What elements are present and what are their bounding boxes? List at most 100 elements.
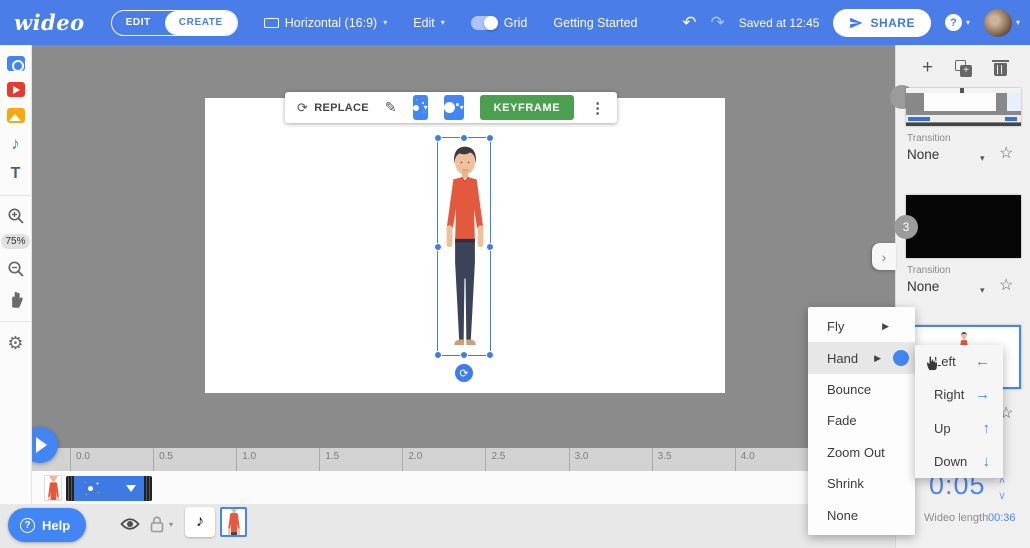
selected-object-track-thumbnail[interactable] xyxy=(220,507,247,537)
account-menu[interactable]: ▾ xyxy=(984,9,1020,37)
visibility-eye-icon[interactable] xyxy=(120,517,140,531)
menu-item-fade[interactable]: Fade xyxy=(808,405,915,436)
mode-create-segment[interactable]: CREATE xyxy=(165,11,237,35)
resize-handle[interactable] xyxy=(486,134,494,142)
replace-button[interactable]: ⟳ REPLACE xyxy=(297,100,369,116)
slide-thumbnail-2[interactable] xyxy=(906,88,1021,126)
submenu-item-right[interactable]: Right → xyxy=(915,378,1003,411)
edit-create-toggle[interactable]: EDIT CREATE xyxy=(111,10,238,36)
resize-handle[interactable] xyxy=(434,243,442,251)
menu-item-fly[interactable]: Fly ▶ xyxy=(808,311,915,342)
keyframe-button[interactable]: KEYFRAME xyxy=(480,95,575,120)
camera-icon xyxy=(7,56,25,71)
transition-dropdown[interactable]: None xyxy=(907,279,939,294)
share-button[interactable]: SHARE xyxy=(833,9,931,37)
slide-thumbnail-3[interactable] xyxy=(906,195,1021,258)
submenu-item-left[interactable]: Left ← xyxy=(915,345,1003,378)
resize-handle[interactable] xyxy=(486,351,494,359)
grid-toggle[interactable] xyxy=(471,16,498,30)
menu-item-shrink[interactable]: Shrink xyxy=(808,468,915,499)
grid-toggle-group: Grid xyxy=(471,16,528,30)
redo-icon[interactable]: ↷ xyxy=(710,13,724,33)
zoom-out-button[interactable] xyxy=(7,260,25,278)
undo-icon[interactable]: ↶ xyxy=(682,13,696,33)
ruler-tick: 2.5 xyxy=(485,448,568,471)
timeline-ruler[interactable]: 0.0 0.5 1.0 1.5 2.0 2.5 3.0 3.5 4.0 xyxy=(32,448,895,471)
settings-button[interactable]: ⚙ xyxy=(7,333,23,354)
chevron-down-icon[interactable]: ▾ xyxy=(169,520,173,529)
arrow-left-icon: ← xyxy=(975,353,990,370)
delete-slide-button[interactable] xyxy=(994,60,1007,76)
menu-item-none[interactable]: None xyxy=(808,500,915,531)
selected-object-bounding-box[interactable]: ⟳ xyxy=(437,137,491,356)
object-toolbar: ⟳ REPLACE ✎ ▾ ▾ KEYFRAME ⋮ xyxy=(285,92,617,123)
clip-trim-handle-right[interactable] xyxy=(144,476,152,501)
exit-animation-dropdown[interactable]: ▾ xyxy=(444,95,464,120)
audio-track-button[interactable]: ♪ xyxy=(185,507,215,537)
avatar xyxy=(984,9,1012,37)
timeline-track[interactable] xyxy=(32,471,895,504)
more-options-kebab-icon[interactable]: ⋮ xyxy=(590,99,605,117)
entrance-animation-icon xyxy=(88,486,93,491)
entrance-animation-dropdown[interactable]: ▾ xyxy=(413,95,428,120)
clip-trim-handle-left[interactable] xyxy=(66,476,74,501)
trash-icon xyxy=(992,60,1009,62)
resize-handle[interactable] xyxy=(460,351,468,359)
mode-edit-segment[interactable]: EDIT xyxy=(112,11,165,35)
help-menu[interactable]: ? ▾ xyxy=(945,14,970,31)
animation-clip[interactable] xyxy=(66,476,152,501)
getting-started-link[interactable]: Getting Started xyxy=(553,16,637,30)
rotate-handle[interactable]: ⟳ xyxy=(455,364,473,382)
objects-tool-button[interactable] xyxy=(7,56,25,71)
question-icon: ? xyxy=(20,518,35,533)
menu-item-hand[interactable]: Hand ▶ xyxy=(808,342,915,373)
resize-handle[interactable] xyxy=(486,243,494,251)
chevron-down-icon[interactable]: ▾ xyxy=(980,285,985,296)
video-tool-button[interactable] xyxy=(7,82,25,97)
chevron-down-icon[interactable]: ▾ xyxy=(980,153,985,164)
menu-item-bounce[interactable]: Bounce xyxy=(808,374,915,405)
menu-item-zoom-out[interactable]: Zoom Out xyxy=(808,437,915,468)
duration-step-down[interactable]: ∨ xyxy=(998,491,1006,501)
edit-menu[interactable]: Edit ▾ xyxy=(413,16,445,30)
send-icon xyxy=(849,16,863,30)
zoom-level-badge[interactable]: 75% xyxy=(1,234,29,249)
resize-handle[interactable] xyxy=(434,351,442,359)
bottom-bar: ? Help ▾ ♪ xyxy=(0,504,895,548)
edit-pencil-icon[interactable]: ✎ xyxy=(385,99,397,116)
person-character[interactable] xyxy=(438,138,492,356)
track-object-thumbnail[interactable] xyxy=(44,475,62,501)
panel-collapse-tab[interactable]: › xyxy=(872,243,896,270)
lock-icon[interactable] xyxy=(148,515,166,533)
aspect-ratio-icon xyxy=(264,18,279,28)
exit-marker-icon xyxy=(126,485,136,492)
wideo-logo[interactable]: wideo xyxy=(14,10,85,35)
resize-handle[interactable] xyxy=(460,134,468,142)
music-tool-button[interactable]: ♪ xyxy=(11,134,20,154)
zoom-in-button[interactable] xyxy=(7,207,25,225)
resize-handle[interactable] xyxy=(434,134,442,142)
submenu-item-down[interactable]: Down ↓ xyxy=(915,445,1003,478)
transition-dropdown[interactable]: None xyxy=(907,147,939,162)
help-button[interactable]: ? Help xyxy=(8,508,86,542)
submenu-item-up[interactable]: Up ↑ xyxy=(915,412,1003,445)
video-stage[interactable]: ⟳ xyxy=(205,98,725,393)
chevron-down-icon: ▾ xyxy=(383,18,387,27)
slide-number-badge: 3 xyxy=(894,215,918,239)
star-icon[interactable]: ☆ xyxy=(999,143,1013,163)
chevron-down-icon: ▾ xyxy=(441,18,445,27)
star-icon[interactable]: ☆ xyxy=(999,275,1013,295)
image-tool-button[interactable] xyxy=(7,108,25,123)
chevron-down-icon: ▾ xyxy=(424,103,428,112)
ruler-tick: 0.5 xyxy=(153,448,236,471)
text-tool-button[interactable]: T xyxy=(11,165,21,183)
add-slide-button[interactable]: + xyxy=(922,59,933,77)
pan-tool-button[interactable] xyxy=(6,289,25,309)
hand-animation-menu: Fly ▶ Hand ▶ Bounce Fade Zoom Out Shrink… xyxy=(808,307,915,535)
arrow-down-icon: ↓ xyxy=(983,453,991,470)
duplicate-slide-button[interactable]: + xyxy=(955,60,972,77)
canvas-workspace[interactable]: ⟳ ⟳ REPLACE ✎ ▾ ▾ KEYFRAME ⋮ xyxy=(32,45,895,448)
aspect-ratio-dropdown[interactable]: Horizontal (16:9) ▾ xyxy=(264,16,387,30)
chevron-right-icon: › xyxy=(882,249,887,265)
sidebar-divider xyxy=(0,321,32,322)
